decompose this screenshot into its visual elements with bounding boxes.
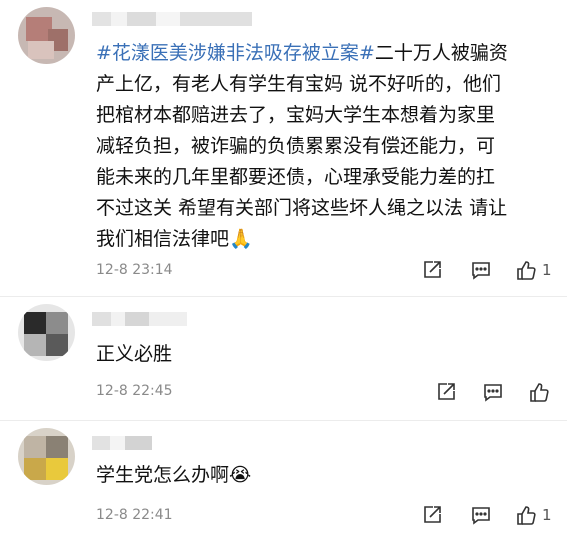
comment-line: 减轻负担，被诈骗的负债累累没有偿还能力，可 [96,135,496,157]
username-blurred[interactable] [92,312,187,326]
comment-line: 产上亿，有老人有学生有宝妈 说不好听的，他们 [96,73,502,95]
share-icon[interactable] [421,504,443,526]
comment-line: 二十万人被骗资 [374,42,508,64]
timestamp: 12-8 23:14 [96,262,173,278]
username-blurred[interactable] [92,12,252,26]
comment-line: 能未来的几年里都要还债，心理承受能力差的扛 [96,166,496,188]
divider [0,420,567,421]
comment-text: #花漾医美涉嫌非法吸存被立案#二十万人被骗资 产上亿，有老人有学生有宝妈 说不好… [96,38,561,255]
comment-icon[interactable] [482,381,504,403]
timestamp: 12-8 22:41 [96,507,173,523]
topic-link[interactable]: #花漾医美涉嫌非法吸存被立案# [96,42,375,64]
like-count: 1 [542,506,552,524]
like-icon[interactable] [528,381,550,403]
comment-line: 把棺材本都赔进去了，宝妈大学生本想着为家里 [96,104,496,126]
comment-text: 学生党怎么办啊😭 [96,464,252,486]
like-icon[interactable] [515,504,537,526]
username-blurred[interactable] [92,436,152,450]
comment-icon[interactable] [470,259,492,281]
comment-icon[interactable] [470,504,492,526]
comment-text: 正义必胜 [96,343,173,365]
comment-line: 不过这关 希望有关部门将这些坏人绳之以法 请让 [96,197,508,219]
avatar[interactable] [18,304,75,361]
avatar[interactable] [18,7,75,64]
comment-line: 我们相信法律吧🙏 [96,228,253,250]
share-icon[interactable] [421,259,443,281]
avatar[interactable] [18,428,75,485]
like-icon[interactable] [515,259,537,281]
timestamp: 12-8 22:45 [96,383,173,399]
divider [0,296,567,297]
share-icon[interactable] [435,381,457,403]
like-count: 1 [542,261,552,279]
